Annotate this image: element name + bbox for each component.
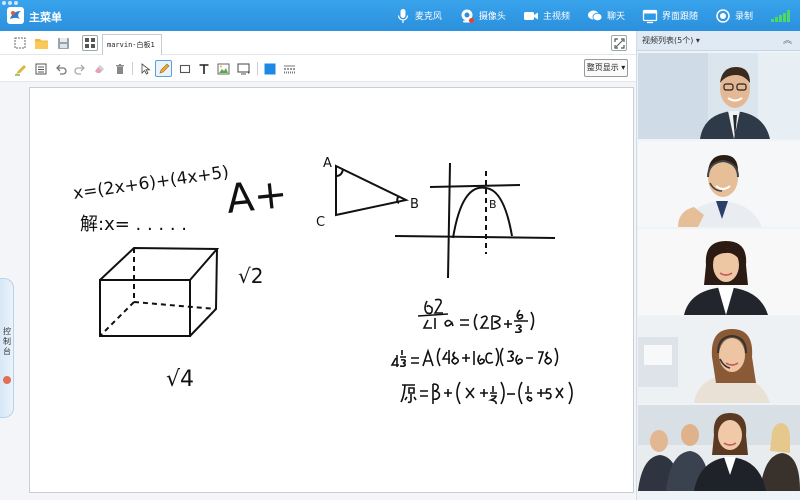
video-tile-3[interactable]	[638, 229, 800, 315]
follow-ui-icon	[642, 9, 658, 23]
page-display-dropdown[interactable]: 整页显示 ▾	[584, 59, 628, 77]
fullscreen-icon[interactable]	[611, 35, 627, 51]
microphone-icon	[397, 8, 409, 23]
text-tool-icon[interactable]	[195, 60, 212, 77]
whiteboard-area: x=(2x+6)+(4x+5) 解:x= . . . . . A+ √2 √4	[0, 82, 636, 500]
whiteboard-text: √4	[166, 367, 194, 392]
whiteboard-text: A	[323, 156, 332, 171]
collapse-up-icon[interactable]: ︽	[783, 31, 792, 51]
highlighter-icon[interactable]	[12, 60, 29, 77]
title-bar: 主菜单 麦克风 摄像头 主视频 聊天 界面跟随 录制	[0, 0, 800, 31]
console-drawer-handle[interactable]: 控制台	[0, 278, 14, 418]
app-logo-icon	[7, 7, 24, 24]
graph-sketch	[394, 162, 556, 279]
window-controls[interactable]	[2, 1, 18, 5]
undo-icon[interactable]	[52, 60, 69, 77]
trash-icon[interactable]	[111, 60, 128, 77]
participant-video-3	[638, 229, 800, 315]
color-picker-icon[interactable]	[261, 60, 278, 77]
participant-video-1	[638, 53, 800, 139]
microphone-button[interactable]: 麦克风	[395, 8, 442, 24]
handwritten-equations-sketch	[390, 298, 573, 405]
rectangle-tool-icon[interactable]	[176, 60, 193, 77]
whiteboard-text: 解:x= . . . . .	[80, 214, 187, 235]
select-region-icon[interactable]	[12, 35, 28, 51]
chat-button[interactable]: 聊天	[587, 8, 625, 24]
main-video-label: 主视频	[542, 12, 570, 22]
video-tile-4[interactable]	[638, 317, 800, 403]
thumbnail-grid-icon[interactable]	[82, 35, 98, 51]
follow-ui-label: 界面跟随	[661, 12, 698, 22]
page-display-label: 整页显示	[586, 63, 619, 72]
console-label: 控制台	[3, 327, 11, 356]
video-tile-2[interactable]	[638, 141, 800, 227]
document-tab-bar: marvin-白板1	[0, 31, 636, 55]
video-tile-1[interactable]	[638, 53, 800, 139]
main-menu-button[interactable]: 主菜单	[29, 9, 62, 25]
participant-video-2	[638, 141, 800, 227]
whiteboard-text: B	[489, 198, 497, 211]
record-label: 录制	[734, 12, 753, 22]
whiteboard-text: C	[316, 215, 325, 230]
video-list-title: 视频列表(5个)	[642, 36, 694, 45]
signal-strength-icon	[771, 9, 790, 22]
page-layout-icon[interactable]	[32, 60, 49, 77]
line-width-icon[interactable]	[281, 60, 298, 77]
video-tile-5[interactable]	[638, 405, 800, 491]
record-button[interactable]: 录制	[715, 8, 753, 24]
status-dot-icon	[3, 376, 11, 384]
redo-icon[interactable]	[71, 60, 88, 77]
screen-share-icon[interactable]	[235, 60, 252, 77]
video-list-header[interactable]: 视频列表(5个) ▾ ︽	[637, 31, 800, 51]
whiteboard-text: x=(2x+6)+(4x+5)	[72, 162, 230, 204]
triangle-sketch	[335, 164, 410, 217]
pointer-icon[interactable]	[137, 60, 154, 77]
whiteboard-drawing: x=(2x+6)+(4x+5) 解:x= . . . . . A+ √2 √4	[72, 156, 573, 405]
record-icon	[716, 8, 730, 23]
video-list-panel: 视频列表(5个) ▾ ︽	[636, 31, 800, 500]
follow-ui-button[interactable]: 界面跟随	[642, 8, 698, 24]
tab-whiteboard[interactable]: marvin-白板1	[102, 34, 162, 55]
cuboid-sketch	[99, 246, 220, 337]
whiteboard-canvas[interactable]: x=(2x+6)+(4x+5) 解:x= . . . . . A+ √2 √4	[29, 87, 634, 493]
participant-video-5	[638, 405, 800, 491]
whiteboard-text: A+	[224, 171, 289, 223]
image-tool-icon[interactable]	[215, 60, 232, 77]
camera-button[interactable]: 摄像头	[459, 8, 506, 24]
save-icon[interactable]	[55, 35, 71, 51]
pen-tool-icon[interactable]	[155, 60, 172, 77]
open-folder-icon[interactable]	[33, 35, 49, 51]
eraser-icon[interactable]	[91, 60, 108, 77]
chat-icon	[587, 10, 603, 21]
camera-label: 摄像头	[478, 12, 506, 22]
camera-icon	[461, 9, 474, 23]
main-video-button[interactable]: 主视频	[523, 8, 570, 24]
whiteboard-text: √2	[238, 264, 263, 288]
whiteboard-toolbar: 整页显示 ▾	[0, 55, 636, 82]
chat-label: 聊天	[606, 12, 625, 22]
participant-video-4	[638, 317, 800, 403]
main-video-icon	[523, 11, 538, 20]
microphone-label: 麦克风	[414, 12, 442, 22]
whiteboard-text: B	[410, 197, 419, 212]
